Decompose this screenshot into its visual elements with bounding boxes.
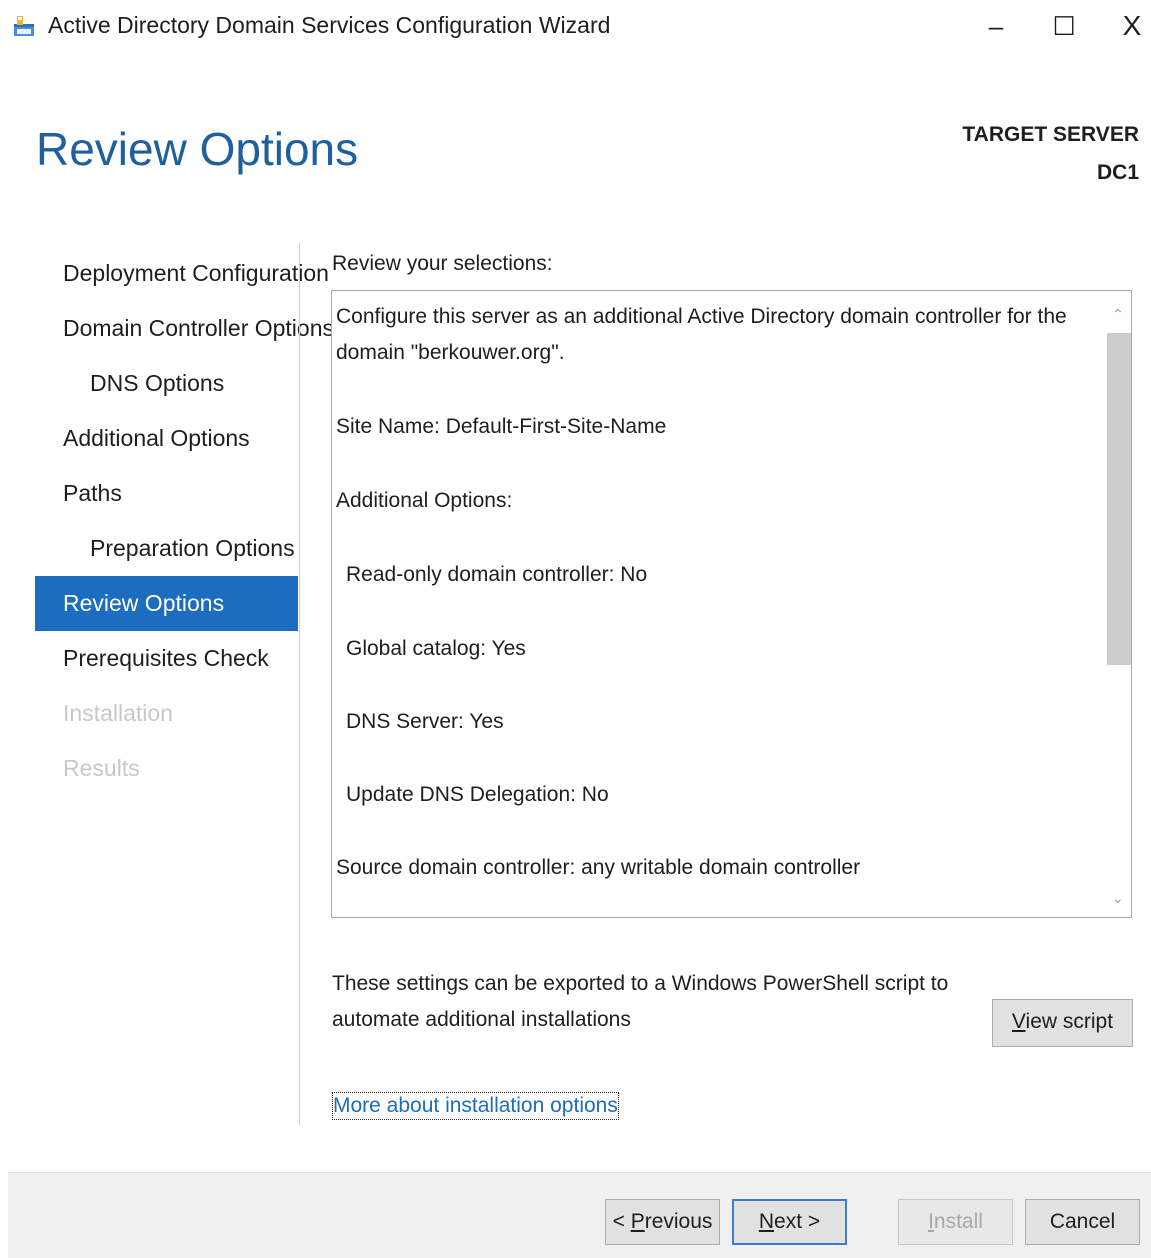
previous-label: revious xyxy=(644,1210,713,1233)
nav-divider xyxy=(299,242,300,1126)
export-description: These settings can be exported to a Wind… xyxy=(332,972,949,1031)
nav-item-domain-controller-options[interactable]: Domain Controller Options xyxy=(35,301,334,356)
maximize-button[interactable]: ☐ xyxy=(1044,8,1084,44)
nav-item-preparation-options[interactable]: Preparation Options xyxy=(35,521,298,576)
minimize-button[interactable]: – xyxy=(976,8,1016,44)
nav-item-paths[interactable]: Paths xyxy=(35,466,298,521)
next-button[interactable]: Next > xyxy=(732,1199,847,1245)
install-label: nstall xyxy=(933,1210,983,1233)
title-bar: Active Directory Domain Services Configu… xyxy=(0,0,1151,52)
page-title: Review Options xyxy=(36,123,359,175)
nav-item-deployment-configuration[interactable]: Deployment Configuration xyxy=(35,246,329,301)
review-line-global-catalog: Global catalog: Yes xyxy=(346,637,526,660)
nav-item-results: Results xyxy=(63,755,140,781)
previous-button[interactable]: < Previous xyxy=(605,1199,720,1245)
review-line-site-name: Site Name: Default-First-Site-Name xyxy=(336,415,667,438)
review-line-dns-delegation: Update DNS Delegation: No xyxy=(346,783,609,806)
target-server-name: DC1 xyxy=(1096,161,1139,184)
review-line-rodc: Read-only domain controller: No xyxy=(346,563,648,586)
nav-item-prerequisites-check[interactable]: Prerequisites Check xyxy=(35,631,298,686)
nav-item-additional-options[interactable]: Additional Options xyxy=(35,411,298,466)
nav-item-dns-options[interactable]: DNS Options xyxy=(35,356,298,411)
review-text-box[interactable]: Configure this server as an additional A… xyxy=(331,290,1132,918)
review-scrollbar[interactable]: ⌃ ⌄ xyxy=(1105,291,1131,917)
view-script-mnemonic: V xyxy=(1011,1010,1026,1033)
review-line-domain: Configure this server as an additional A… xyxy=(336,305,1067,364)
review-selections-label: Review your selections: xyxy=(332,252,553,275)
server-manager-icon xyxy=(14,16,34,36)
install-button: Install xyxy=(898,1199,1013,1245)
review-line-dns-server: DNS Server: Yes xyxy=(346,710,504,733)
more-installation-options-link[interactable]: More about installation options xyxy=(332,1092,619,1120)
previous-prefix: < xyxy=(612,1210,631,1233)
review-content: Configure this server as an additional A… xyxy=(336,299,1096,886)
target-server-info: TARGET SERVER DC1 xyxy=(962,116,1139,192)
close-button[interactable]: X xyxy=(1112,8,1151,44)
view-script-label: iew script xyxy=(1025,1010,1114,1033)
target-server-label: TARGET SERVER xyxy=(962,123,1139,146)
scroll-thumb[interactable] xyxy=(1107,333,1131,665)
wizard-window: Active Directory Domain Services Configu… xyxy=(0,0,1151,1258)
previous-mnemonic: P xyxy=(630,1210,645,1233)
scroll-down-arrow-icon[interactable]: ⌄ xyxy=(1105,879,1131,917)
cancel-button[interactable]: Cancel xyxy=(1025,1199,1140,1245)
next-mnemonic: N xyxy=(758,1210,775,1233)
next-label: ext > xyxy=(774,1210,821,1233)
window-title: Active Directory Domain Services Configu… xyxy=(48,12,611,38)
wizard-nav: Deployment Configuration Domain Controll… xyxy=(35,246,334,796)
nav-item-installation: Installation xyxy=(63,700,173,726)
review-line-additional-options: Additional Options: xyxy=(336,489,513,512)
review-line-source-dc: Source domain controller: any writable d… xyxy=(336,856,861,879)
nav-item-review-options[interactable]: Review Options xyxy=(35,576,298,631)
scroll-up-arrow-icon[interactable]: ⌃ xyxy=(1105,295,1131,333)
view-script-button[interactable]: View script xyxy=(992,999,1133,1047)
